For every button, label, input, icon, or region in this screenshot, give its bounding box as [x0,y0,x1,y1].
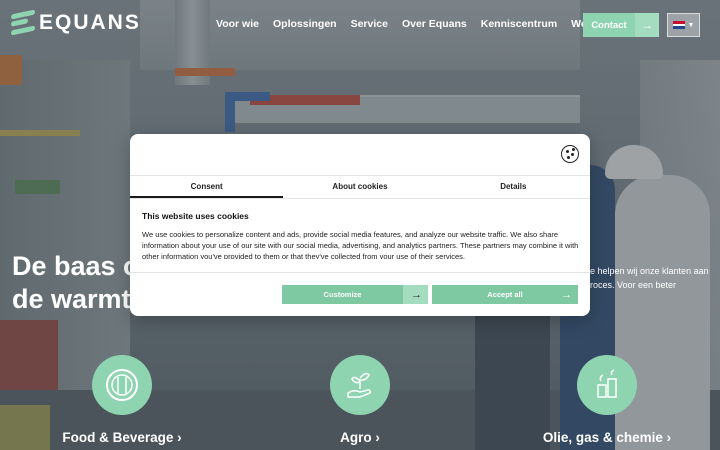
nav-item-voor-wie[interactable]: Voor wie [216,18,259,30]
arrow-right-icon: → [561,288,572,301]
divider [130,272,590,273]
category-label: Agro [340,430,372,445]
caret-down-icon: ▼ [687,21,695,29]
logo-text: EQUANS [39,11,141,34]
contact-button[interactable]: Contact → [583,13,659,37]
dialog-title: This website uses cookies [142,211,249,221]
cutlery-icon [92,355,152,415]
dialog-body-text: We use cookies to personalize content an… [142,230,579,259]
plant-hand-icon [330,355,390,415]
customize-label: Customize [323,290,362,299]
cookie-tabs: Consent About cookies Details [130,175,590,199]
site-header: EQUANS Voor wie Oplossingen Service Over… [0,0,720,50]
language-selector[interactable]: ▼ [667,13,700,37]
tab-consent[interactable]: Consent [130,176,284,198]
equans-logo-icon [11,9,37,36]
cookie-consent-dialog: Consent About cookies Details This websi… [130,134,590,316]
category-food-beverage[interactable]: Food & Beverage › [57,355,187,445]
accept-all-button[interactable]: Accept all → [432,285,578,304]
customize-button[interactable]: Customize → [282,285,428,304]
arrow-right-icon: → [411,288,422,301]
accept-all-label: Accept all [487,290,523,299]
arrow-right-icon: → [635,13,659,37]
cookie-icon [561,145,579,163]
nl-flag-icon [672,21,685,30]
contact-label: Contact [591,19,627,31]
tab-details[interactable]: Details [437,176,590,198]
refinery-icon [577,355,637,415]
nav-item-oplossingen[interactable]: Oplossingen [273,18,337,30]
category-label: Food & Beverage [62,430,174,445]
hero-subtitle: e helpen wij onze klanten aan roces. Voo… [590,266,709,290]
category-agro[interactable]: Agro › [300,355,420,445]
nav-item-over-equans[interactable]: Over Equans [402,18,467,30]
nav-item-kenniscentrum[interactable]: Kenniscentrum [481,18,557,30]
main-nav: Voor wie Oplossingen Service Over Equans… [216,18,638,30]
tab-about-cookies[interactable]: About cookies [283,176,436,198]
category-label: Olie, gas & chemie [542,430,663,445]
category-olie-gas-chemie[interactable]: Olie, gas & chemie › [537,355,677,445]
equans-logo[interactable]: EQUANS [11,9,141,36]
nav-item-service[interactable]: Service [351,18,388,30]
